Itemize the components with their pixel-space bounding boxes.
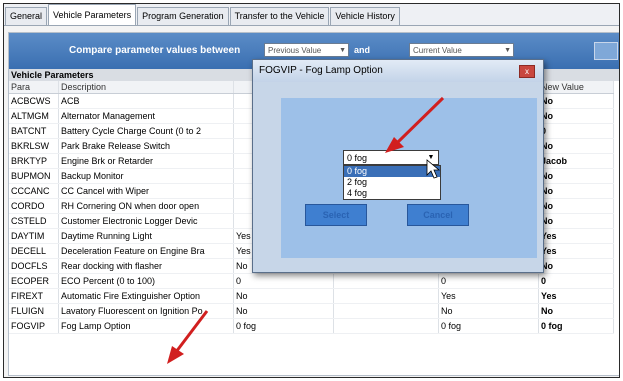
tab-vehicle-parameters[interactable]: Vehicle Parameters bbox=[48, 4, 137, 25]
cancel-button[interactable]: Cancel bbox=[407, 204, 469, 226]
close-icon[interactable]: x bbox=[519, 65, 535, 78]
cell-description: Rear docking with flasher bbox=[58, 258, 234, 274]
cell-para: CSTELD bbox=[9, 213, 59, 229]
tab-program-generation[interactable]: Program Generation bbox=[137, 7, 229, 25]
cell-para: DECELL bbox=[9, 243, 59, 259]
cell-current-value: No bbox=[438, 303, 539, 319]
cell-para: ALTMGM bbox=[9, 108, 59, 124]
compare-left-select[interactable]: Previous Value ▼ bbox=[264, 43, 349, 57]
column-header-para[interactable]: Para bbox=[9, 81, 59, 94]
fog-option-list: 0 fog 2 fog 4 fog bbox=[343, 165, 441, 200]
cell-description: Park Brake Release Switch bbox=[58, 138, 234, 154]
column-header-description[interactable]: Description bbox=[58, 81, 234, 94]
cell-previous-value: No bbox=[233, 288, 334, 304]
cell-new-value: No bbox=[538, 213, 614, 229]
cell-new-value: No bbox=[538, 138, 614, 154]
cell-para: DAYTIM bbox=[9, 228, 59, 244]
cell-description: Daytime Running Light bbox=[58, 228, 234, 244]
cell-description: Customer Electronic Logger Devic bbox=[58, 213, 234, 229]
compare-button[interactable] bbox=[594, 42, 618, 60]
cell-description: Backup Monitor bbox=[58, 168, 234, 184]
fog-option-2[interactable]: 2 fog bbox=[344, 177, 440, 188]
fog-option-0[interactable]: 0 fog bbox=[344, 166, 440, 177]
cell-gap bbox=[333, 318, 439, 334]
cell-description: Battery Cycle Charge Count (0 to 2 bbox=[58, 123, 234, 139]
tab-general[interactable]: General bbox=[5, 7, 48, 25]
cell-new-value: 0 bbox=[538, 273, 614, 289]
dialog-body: 0 fog ▼ 0 fog 2 fog 4 fog Select Cancel bbox=[281, 98, 537, 258]
fog-option-4[interactable]: 4 fog bbox=[344, 188, 440, 199]
cell-para: BRKTYP bbox=[9, 153, 59, 169]
chevron-down-icon: ▼ bbox=[504, 47, 511, 54]
cell-para: FLUIGN bbox=[9, 303, 59, 319]
cell-para: CORDO bbox=[9, 198, 59, 214]
table-row[interactable]: FIREXT Automatic Fire Extinguisher Option… bbox=[9, 288, 614, 304]
cell-new-value: No bbox=[538, 108, 614, 124]
cell-previous-value: 0 fog bbox=[233, 318, 334, 334]
cell-para: FOGVIP bbox=[9, 318, 59, 334]
cell-description: Engine Brk or Retarder bbox=[58, 153, 234, 169]
fog-option-select[interactable]: 0 fog ▼ bbox=[343, 150, 439, 165]
cell-para: FIREXT bbox=[9, 288, 59, 304]
cell-description: Automatic Fire Extinguisher Option bbox=[58, 288, 234, 304]
cell-para: BUPMON bbox=[9, 168, 59, 184]
cell-new-value: No bbox=[538, 168, 614, 184]
cell-gap bbox=[333, 273, 439, 289]
chevron-down-icon[interactable]: ▼ bbox=[425, 152, 437, 163]
cell-new-value: Yes bbox=[538, 288, 614, 304]
cell-current-value: Yes bbox=[438, 288, 539, 304]
cell-current-value: 0 bbox=[438, 273, 539, 289]
cell-new-value: No bbox=[538, 198, 614, 214]
cell-para: BATCNT bbox=[9, 123, 59, 139]
fog-lamp-dialog: FOGVIP - Fog Lamp Option x 0 fog ▼ 0 fog… bbox=[252, 59, 544, 273]
table-row[interactable]: ECOPER ECO Percent (0 to 100) 0 0 0 bbox=[9, 273, 614, 289]
cell-gap bbox=[333, 303, 439, 319]
cell-description: RH Cornering ON when door open bbox=[58, 198, 234, 214]
compare-left-value: Previous Value bbox=[268, 46, 322, 55]
tab-transfer-to-vehicle[interactable]: Transfer to the Vehicle bbox=[229, 7, 330, 25]
cell-para: BKRLSW bbox=[9, 138, 59, 154]
cell-new-value: No bbox=[538, 183, 614, 199]
cell-new-value: Yes bbox=[538, 243, 614, 259]
dialog-title: FOGVIP - Fog Lamp Option bbox=[253, 60, 543, 82]
cell-new-value: Yes bbox=[538, 228, 614, 244]
cell-previous-value: 0 bbox=[233, 273, 334, 289]
compare-right-value: Current Value bbox=[413, 46, 462, 55]
cell-new-value: 0 fog bbox=[538, 318, 614, 334]
cell-gap bbox=[333, 288, 439, 304]
select-button[interactable]: Select bbox=[305, 204, 367, 226]
tab-vehicle-history[interactable]: Vehicle History bbox=[330, 7, 400, 25]
cell-description: Lavatory Fluorescent on Ignition Po bbox=[58, 303, 234, 319]
cell-para: ECOPER bbox=[9, 273, 59, 289]
cell-previous-value: No bbox=[233, 303, 334, 319]
compare-and-label: and bbox=[354, 45, 371, 55]
table-row[interactable]: FOGVIP Fog Lamp Option 0 fog 0 fog 0 fog bbox=[9, 318, 614, 334]
chevron-down-icon: ▼ bbox=[339, 47, 346, 54]
cell-new-value: Jacob bbox=[538, 153, 614, 169]
cell-description: Deceleration Feature on Engine Bra bbox=[58, 243, 234, 259]
cell-description: ECO Percent (0 to 100) bbox=[58, 273, 234, 289]
cell-description: Alternator Management bbox=[58, 108, 234, 124]
cell-new-value: No bbox=[538, 93, 614, 109]
compare-right-select[interactable]: Current Value ▼ bbox=[409, 43, 514, 57]
cell-new-value: No bbox=[538, 303, 614, 319]
cell-description: ACB bbox=[58, 93, 234, 109]
cell-description: Fog Lamp Option bbox=[58, 318, 234, 334]
fog-select-value: 0 fog bbox=[347, 153, 368, 163]
column-header-new-value[interactable]: New Value bbox=[538, 81, 614, 94]
compare-label: Compare parameter values between bbox=[69, 45, 241, 56]
cell-current-value: 0 fog bbox=[438, 318, 539, 334]
cell-description: CC Cancel with Wiper bbox=[58, 183, 234, 199]
cell-new-value: No bbox=[538, 258, 614, 274]
cell-para: DOCFLS bbox=[9, 258, 59, 274]
tab-bar: General Vehicle Parameters Program Gener… bbox=[4, 4, 619, 26]
cell-para: ACBCWS bbox=[9, 93, 59, 109]
cell-new-value: 0 bbox=[538, 123, 614, 139]
table-row[interactable]: FLUIGN Lavatory Fluorescent on Ignition P… bbox=[9, 303, 614, 319]
application-window: General Vehicle Parameters Program Gener… bbox=[3, 3, 620, 378]
cell-para: CCCANC bbox=[9, 183, 59, 199]
